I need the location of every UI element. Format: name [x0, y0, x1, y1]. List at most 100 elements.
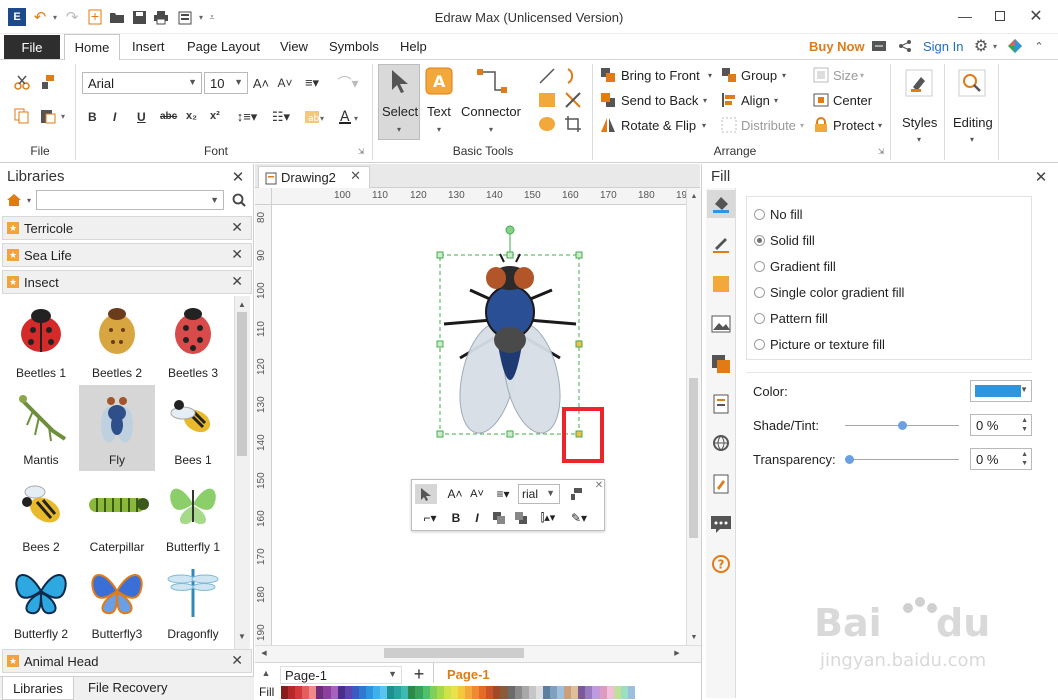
palette-color[interactable]	[380, 686, 388, 699]
palette-color[interactable]	[422, 686, 430, 699]
palette-color[interactable]	[365, 686, 374, 699]
palette-color[interactable]	[528, 686, 536, 699]
cut-icon[interactable]	[12, 72, 32, 92]
spin-up-icon[interactable]: ▲	[1021, 451, 1028, 458]
resize-handle[interactable]	[436, 340, 444, 348]
mini-bring-front-icon[interactable]	[490, 508, 508, 528]
palette-color[interactable]	[549, 686, 558, 699]
text-tool-label[interactable]: Text	[427, 104, 451, 119]
shadow-icon[interactable]	[707, 270, 735, 298]
radio-no-fill[interactable]	[754, 209, 765, 220]
hyperlink-globe-icon[interactable]	[707, 430, 735, 458]
subscript-icon[interactable]: x₂	[186, 110, 197, 122]
tab-help[interactable]: Help	[400, 39, 427, 54]
comment-icon[interactable]	[707, 510, 735, 538]
library-item-beetles-1[interactable]: Beetles 1	[3, 298, 79, 384]
color-palette[interactable]	[281, 686, 635, 699]
palette-color[interactable]	[592, 686, 600, 699]
mini-connector-icon[interactable]: ⌐▾	[418, 508, 442, 528]
library-item-butterfly-1[interactable]: Butterfly 1	[155, 472, 231, 558]
radio-gradient-fill[interactable]	[754, 261, 765, 272]
font-size-combo[interactable]: 10 ▼	[204, 72, 248, 94]
copy-icon[interactable]	[12, 106, 32, 126]
scroll-up-icon[interactable]: ▲	[688, 190, 700, 202]
close-category-icon[interactable]: ✕	[231, 246, 243, 263]
settings-gear-icon[interactable]: ⚙	[972, 37, 990, 55]
library-category-sea-life[interactable]: ★ Sea Life ✕	[2, 243, 252, 267]
tab-home[interactable]: Home	[64, 34, 120, 61]
mini-italic-icon[interactable]: I	[470, 508, 484, 528]
library-category-terricole[interactable]: ★ Terricole ✕	[2, 216, 252, 240]
minimize-icon[interactable]: —	[955, 6, 975, 26]
chevron-down-icon[interactable]: ▾	[700, 93, 710, 107]
fill-tool-icon[interactable]	[707, 190, 735, 218]
palette-color[interactable]	[542, 686, 550, 699]
close-category-icon[interactable]: ✕	[231, 652, 243, 669]
mini-send-back-icon[interactable]	[512, 508, 530, 528]
search-icon[interactable]	[230, 191, 248, 209]
radio-picture-texture-fill[interactable]	[754, 339, 765, 350]
palette-color[interactable]	[429, 686, 437, 699]
tab-page-layout[interactable]: Page Layout	[187, 39, 260, 54]
palette-color[interactable]	[288, 686, 296, 699]
transparency-slider-knob[interactable]	[845, 455, 854, 464]
shade-tint-slider-knob[interactable]	[898, 421, 907, 430]
palette-color[interactable]	[401, 686, 409, 699]
editing-search-icon[interactable]	[957, 68, 987, 98]
palette-color[interactable]	[295, 686, 303, 699]
tab-drawing2[interactable]: Drawing2 ✕	[258, 166, 370, 188]
group-button[interactable]: Group	[741, 68, 777, 83]
chevron-down-icon[interactable]: ▾	[797, 118, 807, 132]
chevron-down-icon[interactable]: ▾	[857, 68, 867, 82]
palette-color[interactable]	[457, 686, 466, 699]
scroll-up-icon[interactable]: ▲	[235, 298, 249, 310]
library-item-bees-2[interactable]: Bees 2	[3, 472, 79, 558]
font-color-icon[interactable]: A ▾	[336, 106, 362, 128]
line-style-icon[interactable]	[707, 230, 735, 258]
palette-color[interactable]	[613, 686, 621, 699]
library-item-bees-1[interactable]: Bees 1	[155, 385, 231, 471]
scroll-right-icon[interactable]: ▶	[671, 647, 683, 659]
library-item-caterpillar[interactable]: Caterpillar	[79, 472, 155, 558]
spin-down-icon[interactable]: ▼	[1021, 426, 1028, 433]
paste-icon[interactable]	[38, 106, 58, 126]
library-item-beetles-2[interactable]: Beetles 2	[79, 298, 155, 384]
text-direction-icon[interactable]: ⌒▾	[334, 72, 362, 94]
radio-pattern-fill[interactable]	[754, 313, 765, 324]
palette-color[interactable]	[472, 686, 480, 699]
theme-icon[interactable]	[1006, 37, 1024, 55]
palette-color[interactable]	[344, 686, 352, 699]
add-page-icon[interactable]: +	[410, 664, 428, 684]
library-category-animal-head[interactable]: ★ Animal Head ✕	[2, 649, 252, 673]
resize-handle[interactable]	[506, 251, 514, 259]
close-tab-icon[interactable]: ✕	[350, 168, 361, 184]
mini-format-painter-icon[interactable]	[566, 484, 586, 504]
library-item-butterfly-2[interactable]: Butterfly 2	[3, 559, 79, 645]
rectangle-tool-icon[interactable]	[536, 90, 558, 110]
radio-single-color-gradient-fill[interactable]	[754, 287, 765, 298]
transparency-slider[interactable]	[845, 459, 959, 460]
palette-color[interactable]	[358, 686, 366, 699]
palette-color[interactable]	[309, 686, 317, 699]
palette-color[interactable]	[599, 686, 607, 699]
tab-symbols[interactable]: Symbols	[329, 39, 379, 54]
chevron-down-icon[interactable]: ▾	[779, 68, 789, 82]
text-align-icon[interactable]: ≡▾	[300, 72, 324, 94]
resize-handle[interactable]	[575, 340, 583, 348]
editing-button[interactable]: Editing	[953, 115, 993, 130]
tab-view[interactable]: View	[280, 39, 308, 54]
palette-color[interactable]	[486, 686, 494, 699]
library-item-dragonfly[interactable]: Dragonfly	[155, 559, 231, 645]
shade-tint-input[interactable]: 0 % ▲ ▼	[970, 414, 1032, 436]
close-category-icon[interactable]: ✕	[231, 219, 243, 236]
palette-color[interactable]	[436, 686, 444, 699]
palette-color[interactable]	[606, 686, 614, 699]
mini-edit-shape-icon[interactable]: ✎▾	[566, 508, 592, 528]
bullets-icon[interactable]: ☷▾	[266, 106, 296, 128]
palette-color[interactable]	[323, 686, 331, 699]
settings-dropdown-icon[interactable]: ▾	[990, 37, 1000, 55]
palette-color[interactable]	[450, 686, 458, 699]
chevron-down-icon[interactable]: ▾	[875, 118, 885, 132]
cross-tool-icon[interactable]	[562, 90, 584, 110]
palette-color[interactable]	[479, 686, 487, 699]
